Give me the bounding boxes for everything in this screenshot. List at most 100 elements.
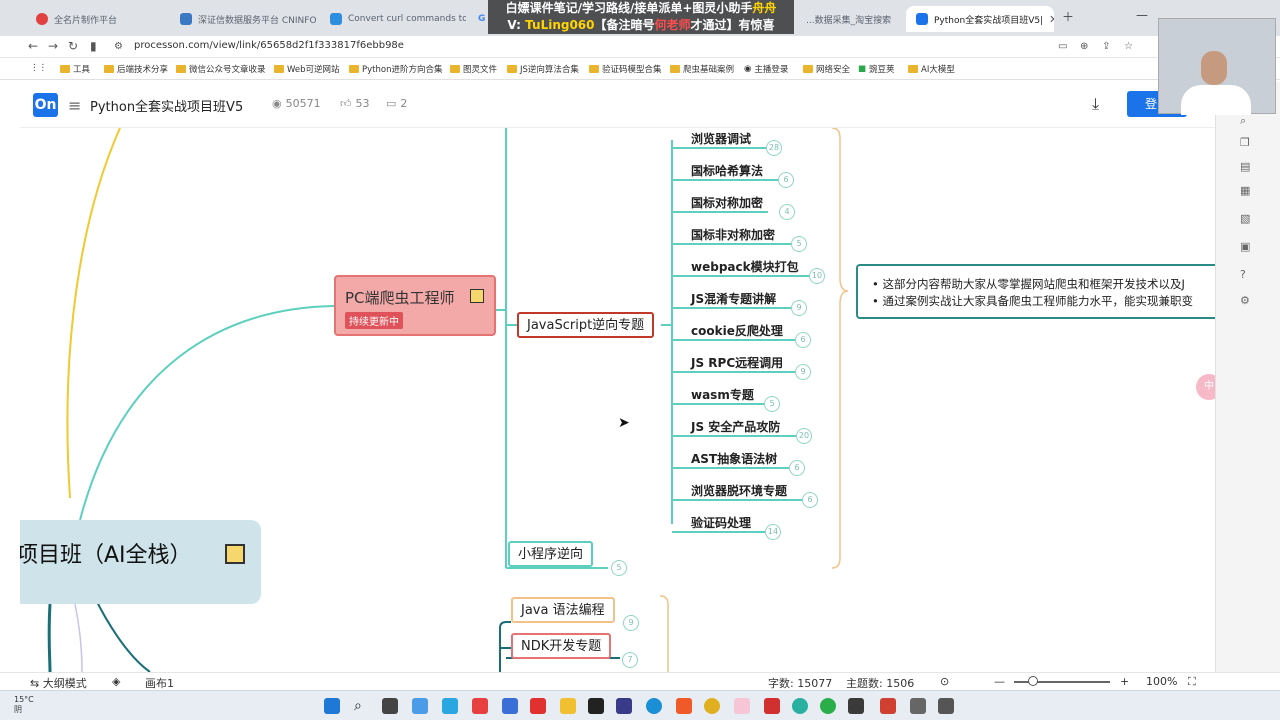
topic-security-products[interactable]: JS 安全产品攻防 xyxy=(691,418,780,435)
close-tab-icon[interactable]: ✕ xyxy=(1049,13,1054,26)
bookmark-icon[interactable]: ▮ xyxy=(90,39,97,53)
count-badge[interactable]: 20 xyxy=(796,428,812,444)
bookmark-item[interactable]: ◉ 主播登录 xyxy=(744,63,788,75)
topic-webpack[interactable]: webpack模块打包 xyxy=(691,258,799,275)
outline-mode-button[interactable]: ⇆ 大纲模式 xyxy=(30,675,87,691)
settings-icon[interactable]: ⚙ xyxy=(1240,294,1252,307)
tab-5[interactable]: ...数据采集_淘宝搜索 xyxy=(796,6,896,32)
topic-symmetric[interactable]: 国标对称加密 xyxy=(691,194,763,211)
count-badge[interactable]: 6 xyxy=(795,332,811,348)
note-icon[interactable] xyxy=(470,289,484,303)
bookmark-item[interactable]: AI大模型 xyxy=(908,63,955,75)
file-explorer-icon[interactable] xyxy=(560,698,576,714)
app-icon[interactable] xyxy=(792,698,808,714)
count-badge[interactable]: 14 xyxy=(765,524,781,540)
topic-ast[interactable]: AST抽象语法树 xyxy=(691,450,777,467)
comments-stat[interactable]: ▭ 2 xyxy=(386,97,407,110)
download-icon[interactable]: ⤓ xyxy=(1092,94,1099,114)
pc-crawler-node[interactable]: PC端爬虫工程师 持续更新中 xyxy=(334,275,496,336)
minimize-icon[interactable]: — xyxy=(1136,8,1148,22)
zoom-out-icon[interactable]: — xyxy=(994,675,1005,688)
root-node[interactable]: 项目班（AI全栈） xyxy=(20,520,261,604)
fullscreen-icon[interactable]: ⛶ xyxy=(1188,675,1196,689)
brave-icon[interactable] xyxy=(676,698,692,714)
bookmark-item[interactable]: 验证码模型合集 xyxy=(589,63,662,75)
grid-icon[interactable]: ▦ xyxy=(1240,184,1252,197)
canvas-tab[interactable]: 画布1 xyxy=(145,675,174,691)
topic-browser-debug[interactable]: 浏览器调试 xyxy=(691,130,751,147)
count-badge[interactable]: 6 xyxy=(778,172,794,188)
miniprogram-node[interactable]: 小程序逆向 xyxy=(508,541,594,567)
zoom-in-icon[interactable]: + xyxy=(1120,675,1129,688)
url-field[interactable]: processon.com/view/link/65658d2f1f333817… xyxy=(134,40,404,51)
copy-icon[interactable]: ❐ xyxy=(1240,136,1252,149)
zoom-icon[interactable]: ⊕ xyxy=(1080,41,1088,52)
widgets-icon[interactable] xyxy=(412,698,428,714)
site-info-icon[interactable]: ⚙ xyxy=(114,41,123,52)
count-badge[interactable]: 7 xyxy=(622,652,638,668)
count-badge[interactable]: 5 xyxy=(764,396,780,412)
app-icon[interactable] xyxy=(880,698,896,714)
bookmark-item[interactable]: 爬虫基础案例 xyxy=(670,63,734,75)
count-badge[interactable]: 10 xyxy=(809,268,825,284)
bookmark-item[interactable]: JS逆向算法合集 xyxy=(507,63,579,75)
count-badge[interactable]: 5 xyxy=(791,236,807,252)
count-badge[interactable]: 6 xyxy=(802,492,818,508)
help-icon[interactable]: ? xyxy=(1240,268,1252,281)
back-icon[interactable]: ← xyxy=(28,39,38,53)
bookmark-item[interactable]: 后端技术分享 xyxy=(104,63,168,75)
windows-start-icon[interactable] xyxy=(324,698,340,714)
floating-assistant-icon[interactable]: 中 xyxy=(1196,374,1215,400)
topic-cookie[interactable]: cookie反爬处理 xyxy=(691,322,783,339)
search-icon[interactable]: ⌕ xyxy=(1240,114,1252,127)
count-badge[interactable]: 28 xyxy=(766,140,782,156)
app-icon[interactable] xyxy=(848,698,864,714)
mindmap-canvas[interactable]: 项目班（AI全栈） PC端爬虫工程师 持续更新中 JavaScript逆向专题 … xyxy=(20,128,1215,672)
js-reverse-node[interactable]: JavaScript逆向专题 xyxy=(517,312,655,338)
count-badge[interactable]: 4 xyxy=(779,204,795,220)
star-icon[interactable]: ☆ xyxy=(1124,41,1133,52)
topic-rpc[interactable]: JS RPC远程调用 xyxy=(691,354,783,371)
note-icon[interactable] xyxy=(225,544,245,564)
bookmark-item[interactable]: 图灵文件 xyxy=(450,63,497,75)
chrome-icon[interactable] xyxy=(704,698,720,714)
app-icon[interactable] xyxy=(938,698,954,714)
reload-icon[interactable]: ↻ xyxy=(68,39,78,53)
topic-hash[interactable]: 国标哈希算法 xyxy=(691,162,763,179)
menu-icon[interactable]: ≡ xyxy=(68,96,81,115)
tab-1[interactable]: 全名片制作平台 xyxy=(26,6,166,32)
wps-icon[interactable] xyxy=(764,698,780,714)
edge-icon[interactable] xyxy=(646,698,662,714)
bookmark-item[interactable]: 微信公众号文章收录 xyxy=(176,63,266,75)
screen-icon[interactable]: ▭ xyxy=(1058,41,1067,52)
forward-icon[interactable]: → xyxy=(48,39,58,53)
topic-env-emulation[interactable]: 浏览器脱环境专题 xyxy=(691,482,787,499)
office-icon[interactable]: ▣ xyxy=(1240,240,1252,253)
tab-3[interactable]: Convert curl commands to c xyxy=(320,6,466,32)
app-icon[interactable] xyxy=(530,698,546,714)
app-icon[interactable] xyxy=(910,698,926,714)
new-tab-icon[interactable]: ＋ xyxy=(1062,8,1074,25)
wechat-icon[interactable] xyxy=(820,698,836,714)
search-icon[interactable]: ⌕ xyxy=(354,698,370,714)
bookmark-item[interactable]: ■ 豌豆荚 xyxy=(858,63,895,75)
tab-active[interactable]: Python全套实战项目班V5| ✕ xyxy=(906,6,1054,32)
tools-icon[interactable]: ▧ xyxy=(1240,212,1252,225)
bookmark-item[interactable]: Web可逆网站 xyxy=(274,63,340,75)
zoom-slider-handle[interactable] xyxy=(1028,676,1039,686)
chat-icon[interactable]: ▤ xyxy=(1240,160,1252,173)
count-badge[interactable]: 9 xyxy=(791,300,807,316)
bookmark-item[interactable]: Python进阶方向合集 xyxy=(349,63,442,75)
topic-wasm[interactable]: wasm专题 xyxy=(691,386,754,403)
app-icon[interactable] xyxy=(734,698,750,714)
terminal-icon[interactable] xyxy=(588,698,604,714)
processon-logo[interactable]: On xyxy=(33,93,58,117)
layers-icon[interactable]: ◈ xyxy=(112,675,120,688)
count-badge[interactable]: 9 xyxy=(795,364,811,380)
weather-widget[interactable]: 15°C 阴 xyxy=(14,695,34,715)
topic-captcha[interactable]: 验证码处理 xyxy=(691,514,751,531)
bookmark-item[interactable]: 工具 xyxy=(60,63,90,75)
share-icon[interactable]: ⇪ xyxy=(1102,41,1110,52)
tab-4[interactable]: G xyxy=(468,6,488,32)
java-node[interactable]: Java 语法编程 xyxy=(511,597,615,623)
